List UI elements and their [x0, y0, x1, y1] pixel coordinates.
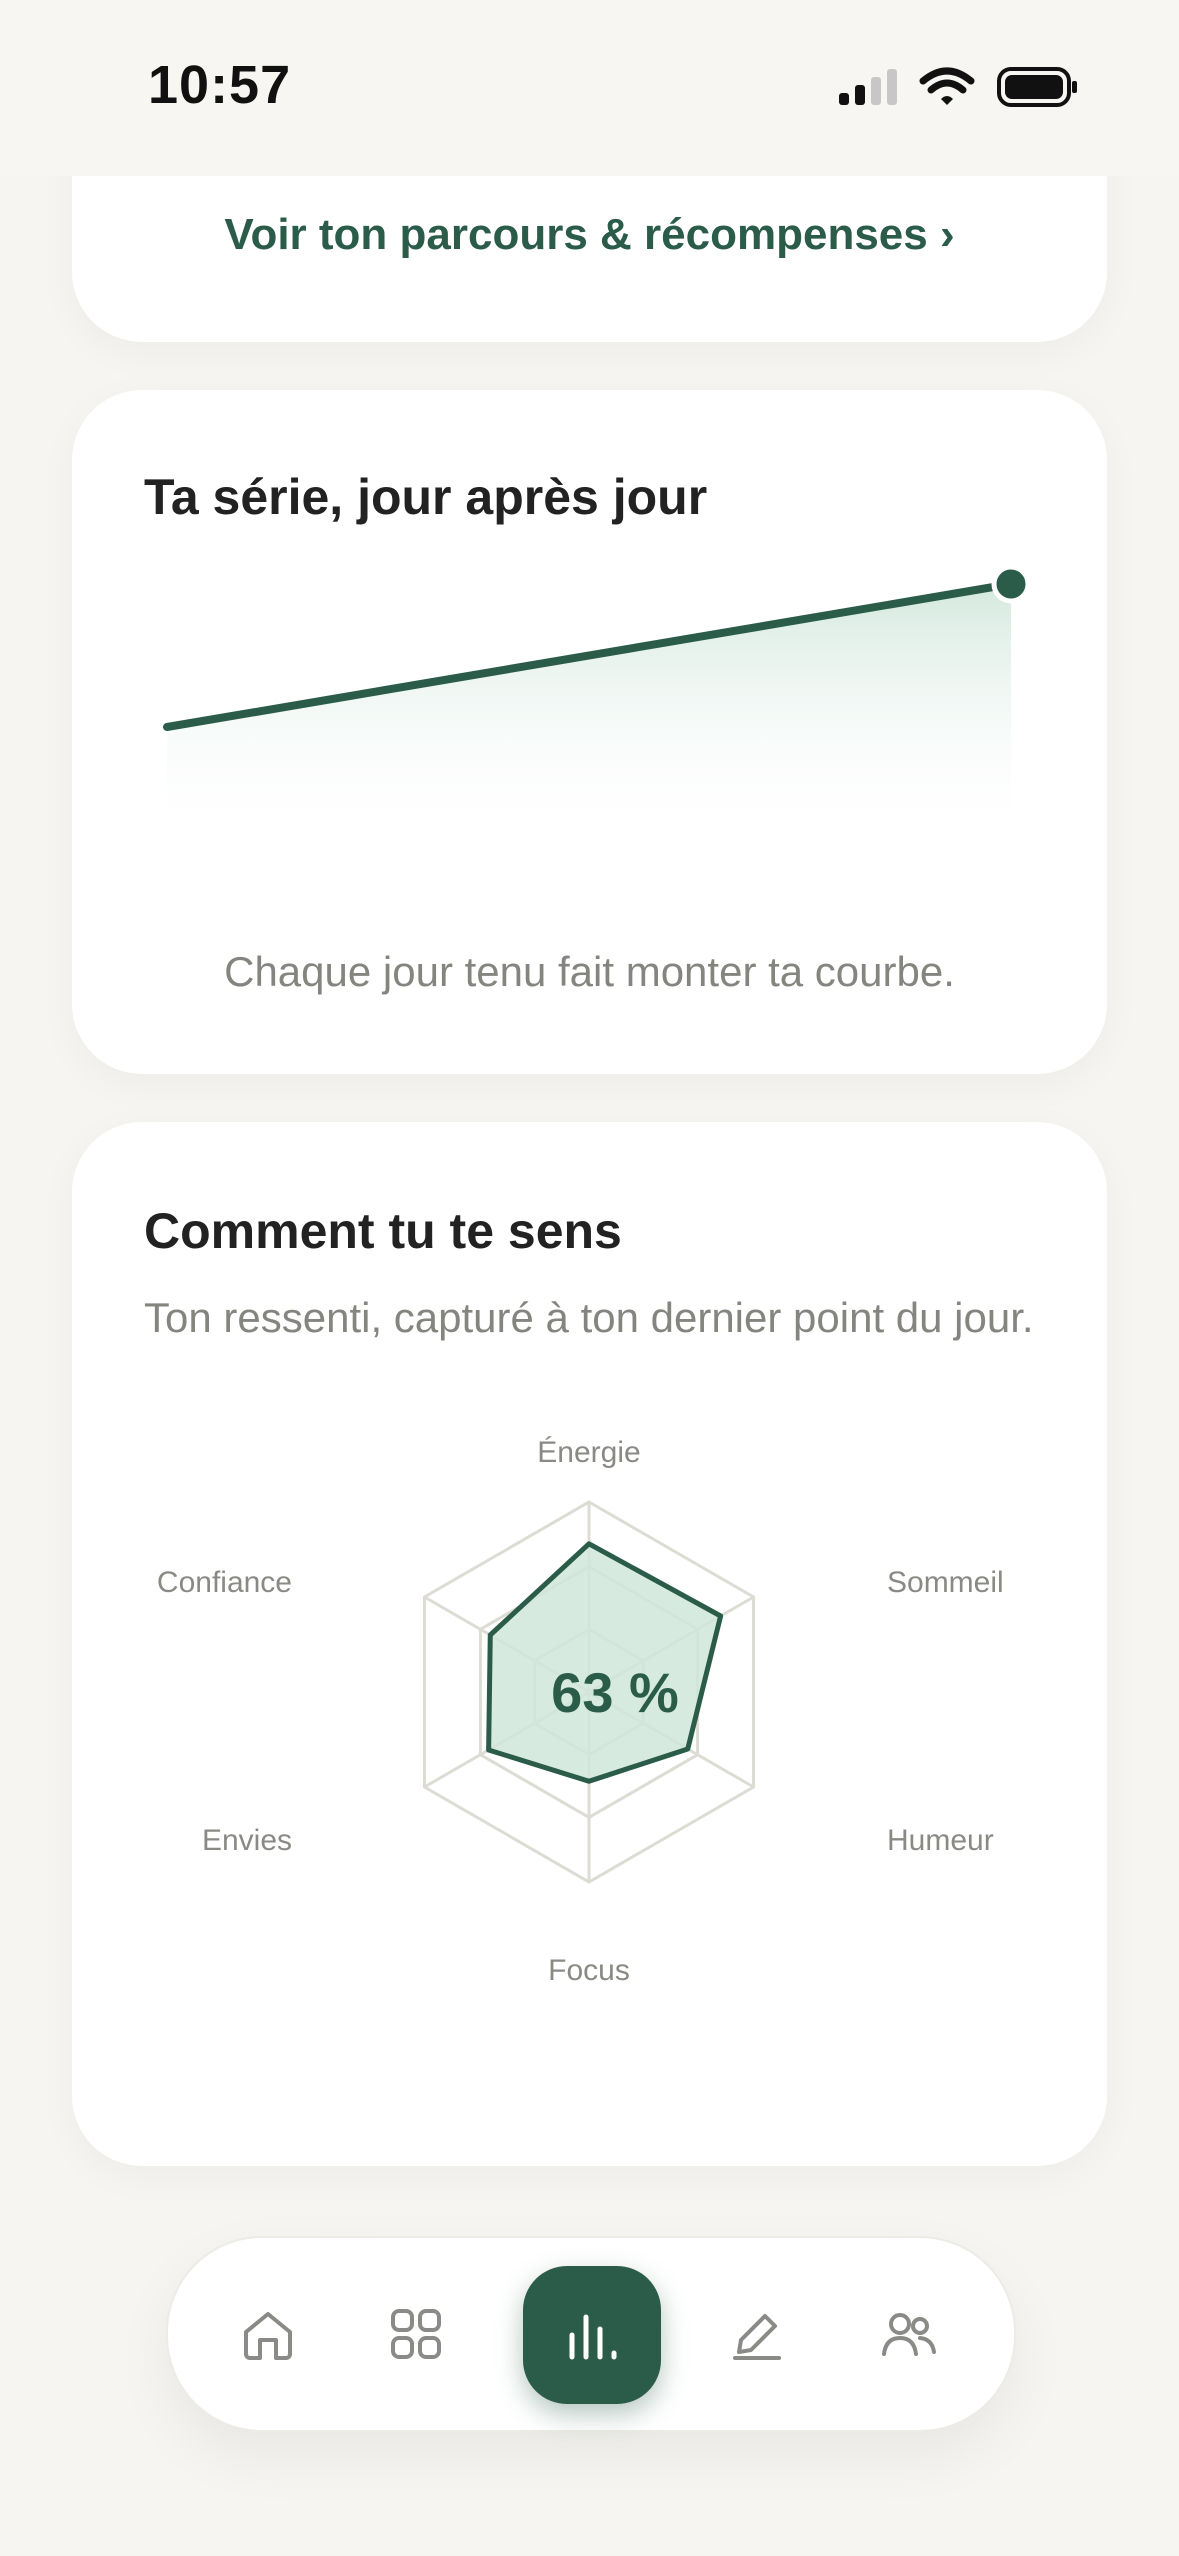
radar-axis-label: Humeur [887, 1824, 994, 1857]
status-bar: 10:57 [0, 0, 1179, 176]
nav-journal[interactable] [697, 2238, 817, 2430]
radar-axis-label: Focus [548, 1954, 630, 1987]
home-icon [244, 2312, 292, 2360]
radar-axis-label: Énergie [537, 1436, 640, 1469]
community-icon [882, 2313, 936, 2356]
nav-stats[interactable] [523, 2266, 661, 2404]
nav-home[interactable] [208, 2238, 328, 2430]
stats-icon [569, 2314, 617, 2360]
streak-title: Ta série, jour après jour [144, 469, 708, 525]
radar-axis-label: Envies [202, 1824, 292, 1857]
feeling-radar-chart: Énergie Sommeil Humeur Focus Envies Confiance… [157, 1436, 1004, 1987]
streak-line-chart [163, 564, 1031, 844]
feeling-subtitle: Ton ressenti, capturé à ton dernier poin… [144, 1294, 1034, 1341]
pencil-icon [733, 2314, 781, 2360]
journey-rewards-link[interactable]: Voir ton parcours & récompenses › [72, 210, 1107, 260]
cellular-signal-icon [839, 69, 897, 105]
grid-icon [391, 2309, 441, 2359]
feeling-title: Comment tu te sens [144, 1203, 622, 1259]
nav-grid[interactable] [356, 2238, 476, 2430]
streak-card: Ta série, jour après jour Chaque jour te… [72, 390, 1107, 1074]
status-time: 10:57 [148, 55, 292, 115]
battery-icon [997, 67, 1077, 107]
streak-end-point [991, 564, 1031, 604]
wifi-icon [919, 67, 975, 105]
radar-axis-label: Confiance [157, 1566, 292, 1599]
nav-community[interactable] [848, 2238, 968, 2430]
radar-axis-label: Sommeil [887, 1566, 1004, 1599]
feeling-card: Comment tu te sens Ton ressenti, capturé… [72, 1122, 1107, 2166]
streak-area [167, 584, 1011, 844]
radar-percent-label: 63 % [551, 1661, 679, 1724]
bottom-nav [166, 2236, 1016, 2432]
streak-caption: Chaque jour tenu fait monter ta courbe. [224, 948, 955, 995]
